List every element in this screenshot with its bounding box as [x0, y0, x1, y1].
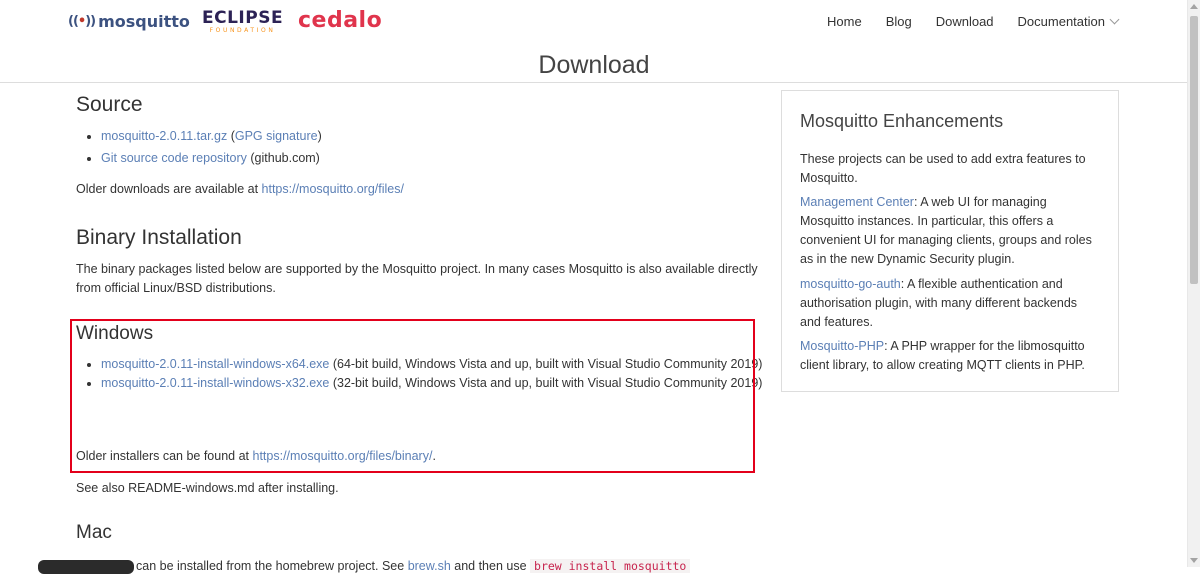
- nav-documentation-label: Documentation: [1017, 14, 1105, 29]
- nav-home[interactable]: Home: [827, 14, 862, 29]
- scroll-down-icon[interactable]: [1190, 558, 1198, 563]
- git-repo-link[interactable]: Git source code repository: [101, 151, 247, 165]
- source-list: mosquitto-2.0.11.tar.gz (GPG signature) …: [76, 127, 781, 171]
- title-bar: Download: [0, 46, 1188, 83]
- paren-text: ): [317, 129, 322, 143]
- eclipse-foundation-logo[interactable]: ECLIPSE FOUNDATION: [202, 9, 283, 34]
- mosquitto-logo[interactable]: ((•)) mosquitto: [68, 12, 190, 31]
- sidebar-title: Mosquitto Enhancements: [800, 111, 1004, 131]
- mosquitto-go-auth-link[interactable]: mosquitto-go-auth: [800, 277, 901, 291]
- source-heading: Source: [76, 93, 143, 116]
- management-center-link[interactable]: Management Center: [800, 195, 914, 209]
- mosquitto-logo-text: mosquitto: [98, 12, 190, 31]
- cedalo-logo[interactable]: cedalo: [298, 8, 382, 33]
- source-tarball-link[interactable]: mosquitto-2.0.11.tar.gz: [101, 129, 227, 143]
- chevron-down-icon: [1109, 14, 1120, 25]
- sidebar-item-go-auth: mosquitto-go-auth: A flexible authentica…: [800, 275, 1100, 332]
- enhancements-sidebar: Mosquitto Enhancements These projects ca…: [781, 90, 1119, 392]
- mosquitto-php-link[interactable]: Mosquitto-PHP: [800, 339, 884, 353]
- mac-text-mid: and then use: [450, 559, 531, 573]
- foundation-logo-text: FOUNDATION: [209, 27, 276, 34]
- older-downloads-label: Older downloads are available at: [76, 182, 262, 196]
- sidebar-intro: These projects can be used to add extra …: [800, 152, 1086, 185]
- broadcast-icon: ((•)): [68, 14, 96, 29]
- nav-documentation[interactable]: Documentation: [1017, 14, 1120, 29]
- list-item: mosquitto-2.0.11.tar.gz (GPG signature): [101, 127, 781, 149]
- binary-description: The binary packages listed below are sup…: [76, 262, 758, 295]
- older-downloads-text: Older downloads are available at https:/…: [76, 180, 404, 199]
- paren-text: (: [227, 129, 235, 143]
- site-header: ((•)) mosquitto ECLIPSE FOUNDATION cedal…: [0, 0, 1188, 46]
- mac-heading: Mac: [76, 522, 112, 543]
- brew-command: brew install mosquitto: [530, 559, 691, 573]
- page-scrollbar[interactable]: [1187, 0, 1200, 567]
- sidebar-item-management-center: Management Center: A web UI for managing…: [800, 193, 1100, 269]
- older-downloads-link[interactable]: https://mosquitto.org/files/: [262, 182, 404, 196]
- nav-blog[interactable]: Blog: [886, 14, 912, 29]
- mac-text: can be installed from the homebrew proje…: [136, 559, 408, 573]
- sidebar-item-php: Mosquitto-PHP: A PHP wrapper for the lib…: [800, 337, 1100, 375]
- brew-link[interactable]: brew.sh: [408, 559, 451, 573]
- eclipse-logo-text: ECLIPSE: [202, 8, 284, 28]
- github-text: (github.com): [246, 151, 320, 165]
- scroll-up-icon[interactable]: [1190, 4, 1198, 9]
- main-nav: Home Blog Download Documentation: [803, 14, 1120, 29]
- nav-download[interactable]: Download: [936, 14, 994, 29]
- list-item: Git source code repository (github.com): [101, 149, 781, 171]
- gpg-signature-link[interactable]: GPG signature: [235, 129, 318, 143]
- page-title: Download: [538, 51, 650, 79]
- scroll-thumb[interactable]: [1190, 16, 1198, 284]
- status-overlay: [38, 560, 134, 574]
- see-also-text: See also README-windows.md after install…: [76, 481, 339, 495]
- windows-highlight-box: [70, 319, 755, 473]
- binary-installation-heading: Binary Installation: [76, 226, 242, 249]
